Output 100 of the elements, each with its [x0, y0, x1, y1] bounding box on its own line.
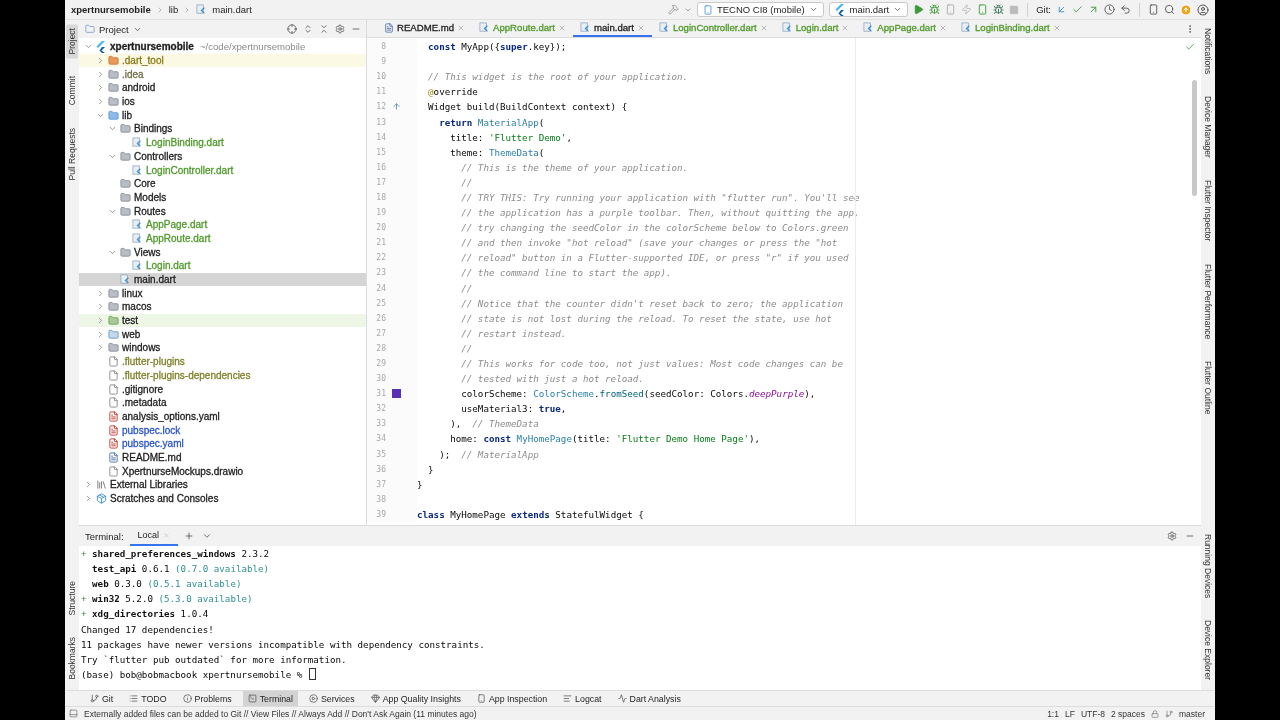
caret-position[interactable]: 1:1	[1047, 708, 1059, 719]
tree-item[interactable]: .idea	[79, 67, 366, 82]
line-ending[interactable]: LF	[1064, 708, 1075, 719]
tool-window-tab[interactable]: Pull Requests	[66, 123, 78, 185]
plus-icon[interactable]	[184, 531, 195, 541]
tree-item[interactable]: Models	[79, 190, 366, 205]
tree-item[interactable]: README.md	[79, 450, 366, 465]
phone-icon[interactable]	[945, 4, 957, 15]
settings-icon[interactable]	[335, 24, 345, 34]
tree-item[interactable]: AppPage.dart	[79, 217, 366, 232]
clock-icon[interactable]	[1104, 4, 1115, 15]
tree-item[interactable]: Routes	[79, 204, 366, 218]
tree-item[interactable]: .dart_tool	[79, 53, 366, 68]
update-icon[interactable]	[1180, 3, 1192, 16]
tree-item[interactable]: lib	[79, 108, 366, 123]
git-branch[interactable]: master	[1179, 708, 1205, 719]
tool-window-tab[interactable]: Notifications	[1202, 24, 1214, 79]
check-icon[interactable]	[1072, 4, 1083, 15]
breadcrumb[interactable]: main.dart	[212, 4, 252, 15]
tool-window-tab[interactable]: Project	[66, 24, 78, 59]
tree-item[interactable]: XpertnurseMockups.drawio	[79, 464, 366, 478]
close-icon[interactable]	[557, 23, 566, 32]
tree-item[interactable]: web	[79, 327, 366, 342]
tool-tab[interactable]: Git	[85, 691, 119, 706]
editor-tab[interactable]: AppRoute.dart	[472, 20, 573, 37]
tool-tab[interactable]: TODO	[124, 691, 172, 706]
undo-icon[interactable]	[1120, 4, 1131, 15]
phone-icon[interactable]	[1148, 4, 1159, 15]
branch-icon[interactable]	[1165, 709, 1173, 718]
tool-window-tab[interactable]: Bookmarks	[66, 633, 78, 684]
tree-item[interactable]: LoginBinding.dart	[79, 135, 366, 150]
editor-tab[interactable]: README.md	[377, 20, 473, 37]
breadcrumb[interactable]: lib	[168, 4, 179, 15]
account-icon[interactable]	[1197, 3, 1209, 16]
tool-tab[interactable]: App Inspection	[471, 691, 553, 706]
tool-tab[interactable]: Terminal	[242, 691, 298, 706]
tool-window-tab[interactable]: Flutter Performance	[1202, 259, 1214, 343]
collapse-icon[interactable]	[319, 24, 329, 34]
tree-item[interactable]: main.dart	[79, 272, 366, 287]
close-icon[interactable]	[939, 23, 947, 32]
expand-icon[interactable]	[303, 24, 313, 34]
tree-item[interactable]: ios	[79, 94, 366, 109]
tree-item[interactable]: .metadata	[79, 395, 366, 410]
tree-item[interactable]: android	[79, 81, 366, 95]
arrow-icon[interactable]	[1056, 4, 1067, 15]
tool-window-tab[interactable]: Flutter Inspector	[1202, 176, 1214, 246]
lightning-icon[interactable]	[961, 4, 973, 15]
tool-window-tab[interactable]: Structure	[66, 577, 78, 620]
tree-item[interactable]: AppRoute.dart	[79, 231, 366, 246]
device-selector[interactable]: TECNO CI8 (mobile)	[697, 2, 824, 17]
caret-icon[interactable]	[202, 531, 213, 541]
tree-item[interactable]: macos	[79, 300, 366, 314]
tool-window-tab[interactable]: Running Devices	[1202, 529, 1214, 602]
tree-item[interactable]: Login.dart	[79, 259, 366, 273]
hammer-icon[interactable]	[668, 4, 679, 15]
tool-tab[interactable]: Services	[303, 691, 360, 706]
breadcrumb[interactable]: xpertnursemobile	[71, 4, 151, 15]
phone-icon[interactable]	[977, 4, 989, 15]
close-icon[interactable]	[163, 531, 171, 539]
tree-item[interactable]: .gitignore	[79, 382, 366, 396]
editor-tab[interactable]: Login.dart	[774, 20, 857, 37]
tool-tab[interactable]: App Quality Insights	[365, 691, 466, 706]
tree-item[interactable]: Bindings	[79, 122, 366, 136]
indent-setting[interactable]: 2 spaces	[1111, 708, 1145, 719]
tree-item[interactable]: Core	[79, 176, 366, 191]
tree-item[interactable]: analysis_options.yaml	[79, 409, 366, 424]
close-icon[interactable]	[759, 23, 768, 32]
tree-item[interactable]: linux	[79, 286, 366, 301]
tool-window-tab[interactable]: Flutter Outline	[1202, 356, 1214, 419]
lock-icon[interactable]	[1151, 709, 1159, 718]
tool-window-tab[interactable]: Device Manager	[1202, 92, 1214, 163]
editor-tab[interactable]: LoginBinding.dart	[954, 20, 1068, 37]
project-view-selector[interactable]: Project	[99, 23, 129, 35]
scrollbar-thumb[interactable]	[1192, 80, 1197, 196]
tree-item[interactable]: pubspec.lock	[79, 423, 366, 437]
close-icon[interactable]	[636, 23, 645, 32]
tree-item[interactable]: test	[79, 313, 366, 328]
close-icon[interactable]	[841, 23, 850, 32]
close-icon[interactable]	[457, 23, 466, 32]
tree-item[interactable]: Controllers	[79, 149, 366, 164]
search-icon[interactable]	[1164, 4, 1175, 15]
close-icon[interactable]	[1052, 23, 1061, 32]
color-swatch[interactable]	[391, 389, 401, 399]
crosshair-icon[interactable]	[287, 24, 297, 34]
tree-item[interactable]: External Libraries	[79, 478, 366, 492]
tool-tab[interactable]: Problems	[177, 691, 237, 706]
tree-item[interactable]: .flutter-plugins-dependencies	[79, 368, 366, 383]
tree-item[interactable]: .flutter-plugins	[79, 354, 366, 369]
run-icon[interactable]	[913, 4, 925, 15]
stop-icon[interactable]	[1009, 4, 1020, 15]
tool-tab[interactable]: Logcat	[558, 691, 607, 706]
run-config-selector[interactable]: main.dart	[828, 2, 909, 17]
arrow-icon[interactable]	[1088, 4, 1099, 15]
settings-icon[interactable]	[1167, 531, 1177, 541]
status-message[interactable]: Externally added files can be added to Git // View Files // Always Add // Don't Ask Again (11 minutes ago)	[84, 708, 477, 719]
panel-icon[interactable]	[69, 709, 78, 718]
file-encoding[interactable]: UTF-8	[1080, 708, 1105, 719]
override-icon[interactable]	[391, 102, 401, 112]
debug-icon[interactable]	[929, 4, 941, 15]
tree-item[interactable]: windows	[79, 341, 366, 355]
